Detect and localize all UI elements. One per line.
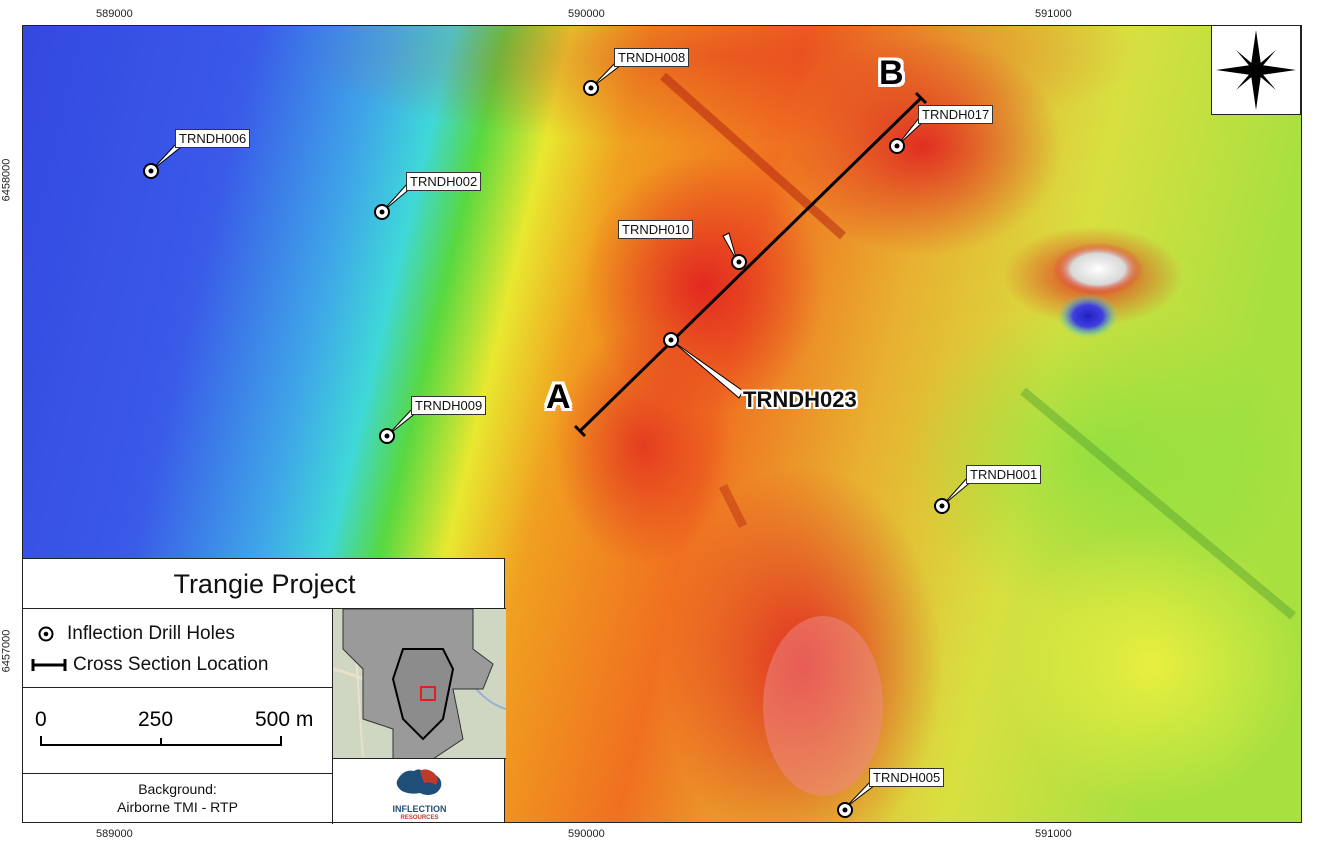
project-title: Trangie Project — [23, 559, 506, 609]
company-logo: INFLECTION RESOURCES — [333, 759, 506, 824]
drill-hole-label[interactable]: TRNDH001 — [966, 465, 1042, 484]
x-tick-bottom-2: 590000 — [568, 828, 605, 840]
australia-logo-icon — [396, 769, 441, 795]
x-tick-bottom-3: 591000 — [1035, 828, 1072, 840]
drill-hole-label[interactable]: TRNDH017 — [918, 105, 994, 124]
y-tick-left-2: 6457000 — [0, 629, 13, 673]
north-arrow — [1211, 25, 1301, 115]
drill-hole-label-highlight[interactable]: TRNDH023 — [739, 386, 861, 414]
drill-hole-label[interactable]: TRNDH010 — [618, 220, 694, 239]
drill-hole-label[interactable]: TRNDH008 — [614, 48, 690, 67]
section-start-label: A — [546, 378, 571, 416]
legend-cross-section-label: Cross Section Location — [73, 654, 269, 675]
x-tick-top-2: 590000 — [568, 8, 605, 20]
background-line-2: Airborne TMI - RTP — [117, 799, 238, 815]
map-frame: 589000 590000 591000 589000 590000 59100… — [0, 0, 1321, 846]
background-note: Background: Airborne TMI - RTP — [23, 774, 333, 824]
section-end-label: B — [879, 54, 904, 92]
x-tick-top-1: 589000 — [96, 8, 133, 20]
location-inset-map — [333, 609, 506, 759]
legend-row-drill-holes: Inflection Drill Holes — [31, 623, 235, 645]
logo-text-1: INFLECTION — [392, 804, 447, 814]
logo-text-2: RESOURCES — [400, 815, 439, 821]
cross-section-icon — [31, 659, 67, 671]
legend-items: Inflection Drill Holes Cross Section Loc… — [23, 609, 333, 688]
drill-hole-label[interactable]: TRNDH006 — [175, 129, 251, 148]
drill-hole-label[interactable]: TRNDH002 — [406, 172, 482, 191]
x-tick-bottom-1: 589000 — [96, 828, 133, 840]
background-line-1: Background: — [138, 781, 217, 797]
drill-hole-label[interactable]: TRNDH005 — [869, 768, 945, 787]
scale-bar-graphic — [40, 736, 282, 746]
compass-icon — [1216, 30, 1296, 110]
inset-graphic — [333, 609, 506, 758]
legend-drill-holes-label: Inflection Drill Holes — [67, 623, 235, 644]
x-tick-top-3: 591000 — [1035, 8, 1072, 20]
legend-panel: Trangie Project Inflection Drill Holes C… — [22, 558, 506, 824]
legend-row-cross-section: Cross Section Location — [31, 654, 268, 676]
drill-hole-icon — [38, 626, 54, 642]
drill-hole-label[interactable]: TRNDH009 — [411, 396, 487, 415]
y-tick-left-1: 6458000 — [0, 158, 13, 202]
scale-bar: 0 250 500 m — [23, 688, 333, 774]
